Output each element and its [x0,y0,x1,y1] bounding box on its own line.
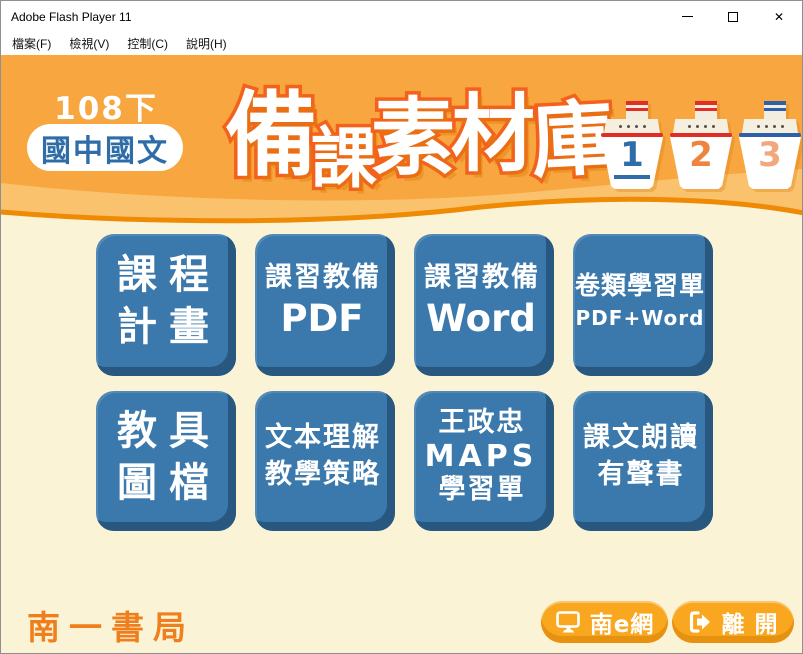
tile-kexi-jiaobei-word[interactable]: 課習教備 Word [414,234,554,376]
exit-icon [687,610,713,634]
app-title: 備 課 素 材 庫 [225,55,613,201]
tile-line: 課文朗讀 [583,420,699,456]
boat-hull: 1 [601,137,663,189]
boat-stripe [739,133,801,137]
tile-line: 課習教備 [424,260,540,296]
tile-line: 卷類學習單 [575,268,705,303]
tile-line: 學習單 [439,474,526,506]
boat-deck-icon [604,119,660,133]
publisher-logo: 南一書局 [27,601,195,649]
boat-funnel-icon [764,101,786,119]
tile-kexi-jiaobei-pdf[interactable]: 課習教備 PDF [255,234,395,376]
menu-help[interactable]: 說明(H) [177,32,236,55]
menu-file[interactable]: 檔案(F) [3,32,60,55]
subject-pill: 國中國文 [27,124,183,171]
boat-stripe [601,133,663,137]
nan-e-web-button[interactable]: 南e網 [541,601,668,643]
window-title: Adobe Flash Player 11 [11,10,132,24]
volume-number: 1 [614,137,650,179]
tile-line: 有聲書 [598,457,685,493]
tile-line: PDF+Word [576,303,705,333]
material-grid: 課程 計畫 課習教備 PDF 課習教備 Word 卷類學習單 PDF+Word … [96,234,713,531]
tile-line: PDF [280,297,363,341]
close-button[interactable]: ✕ [756,1,802,32]
boat-hull: 2 [670,137,732,189]
tile-line: 教具 [117,405,221,457]
boat-hull: 3 [739,137,801,189]
tile-exam-worksheets[interactable]: 卷類學習單 PDF+Word [573,234,713,376]
monitor-icon [555,610,582,635]
volume-boat-2[interactable]: 2 [670,101,732,189]
boat-deck-icon [673,119,729,133]
tile-line: 計畫 [117,301,221,353]
volume-number: 2 [683,137,719,174]
boat-funnel-icon [695,101,717,119]
tile-line: MAPS [425,439,538,474]
tile-line: 王政忠 [439,407,526,439]
title-char: 素 [371,71,455,192]
volume-number: 3 [752,137,788,174]
tile-line: 課程 [117,249,221,301]
tile-line: 文本理解 [265,420,381,456]
volume-boat-3[interactable]: 3 [739,101,801,189]
title-bar: Adobe Flash Player 11 ✕ [1,1,802,32]
menu-view[interactable]: 檢視(V) [60,32,118,55]
subject-label: 國中國文 [41,126,169,170]
exit-button[interactable]: 離 開 [672,601,794,643]
tile-line: 圖檔 [117,457,221,509]
maximize-button[interactable] [710,1,756,32]
exit-label: 離 開 [721,605,778,639]
title-char: 材 [451,67,535,188]
volume-boat-1[interactable]: 1 [601,101,663,189]
tile-course-plan[interactable]: 課程 計畫 [96,234,236,376]
tile-teaching-aids[interactable]: 教具 圖檔 [96,391,236,531]
tile-line: 課習教備 [265,260,381,296]
tile-line: 教學策略 [265,457,381,493]
tile-line: Word [426,297,536,341]
boat-stripe [670,133,732,137]
window-controls: ✕ [664,1,802,32]
tile-audio-books[interactable]: 課文朗讀 有聲書 [573,391,713,531]
boat-deck-icon [742,119,798,133]
boat-funnel-icon [626,101,648,119]
tile-maps-worksheets[interactable]: 王政忠 MAPS 學習單 [414,391,554,531]
maximize-icon [728,12,738,22]
menu-bar: 檔案(F) 檢視(V) 控制(C) 說明(H) [1,32,802,55]
nan-e-web-label: 南e網 [590,605,655,639]
semester-label: 108下 [41,83,171,128]
menu-control[interactable]: 控制(C) [118,32,177,55]
title-char: 備 [225,61,317,194]
title-char: 課 [311,105,377,201]
flash-player-window: Adobe Flash Player 11 ✕ 檔案(F) 檢視(V) 控制(C… [0,0,803,654]
volume-selector: 1 2 3 [601,101,801,189]
flash-stage: 108下 國中國文 備 課 素 材 庫 1 [1,55,803,654]
minimize-icon [682,16,693,17]
minimize-button[interactable] [664,1,710,32]
close-icon: ✕ [774,11,784,23]
tile-text-comprehension[interactable]: 文本理解 教學策略 [255,391,395,531]
